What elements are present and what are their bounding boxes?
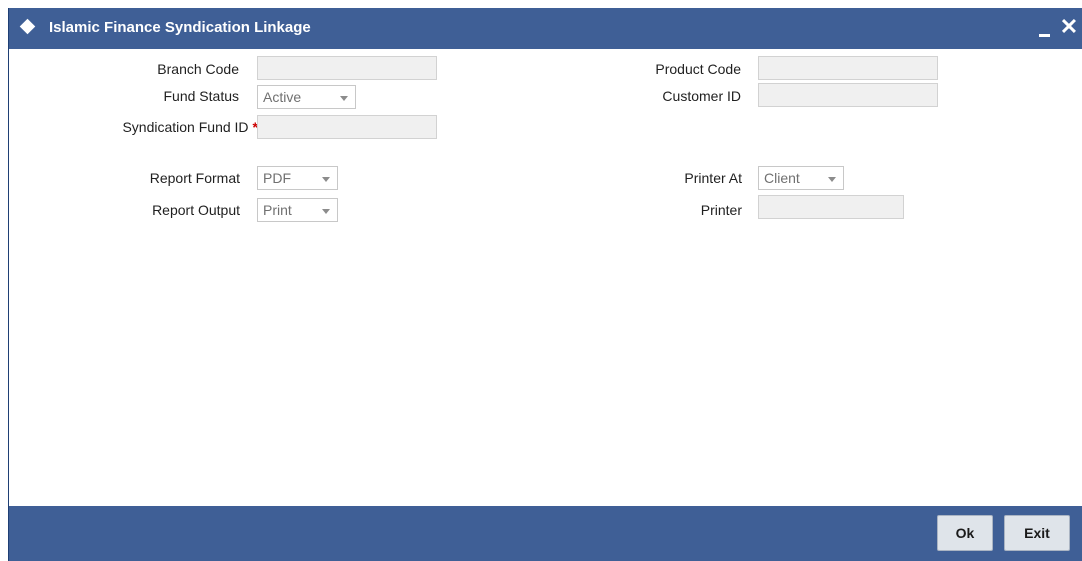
branch-code-input[interactable] bbox=[257, 56, 437, 80]
printer-at-select[interactable]: Client bbox=[758, 166, 844, 190]
report-format-select[interactable]: PDF bbox=[257, 166, 338, 190]
ok-button[interactable]: Ok bbox=[937, 515, 993, 551]
printer-label: Printer bbox=[700, 202, 742, 218]
branch-code-label: Branch Code bbox=[157, 61, 239, 77]
report-format-label: Report Format bbox=[149, 170, 240, 186]
footer-bar: Ok Exit bbox=[9, 506, 1082, 561]
minimize-icon bbox=[1039, 34, 1050, 37]
chevron-down-icon bbox=[828, 177, 836, 182]
product-code-input[interactable] bbox=[758, 56, 938, 80]
close-button[interactable]: ✕ bbox=[1058, 14, 1080, 40]
printer-at-label: Printer At bbox=[684, 170, 742, 186]
printer-input[interactable] bbox=[758, 195, 904, 219]
chevron-down-icon bbox=[322, 177, 330, 182]
dialog-window: Islamic Finance Syndication Linkage ✕ Br… bbox=[8, 8, 1082, 561]
title-bar: Islamic Finance Syndication Linkage ✕ bbox=[9, 8, 1082, 49]
fund-status-select[interactable]: Active bbox=[257, 85, 356, 109]
fund-status-value: Active bbox=[263, 89, 302, 105]
close-icon: ✕ bbox=[1059, 14, 1079, 39]
customer-id-label: Customer ID bbox=[662, 88, 741, 104]
report-output-value: Print bbox=[263, 202, 292, 218]
exit-button[interactable]: Exit bbox=[1004, 515, 1070, 551]
chevron-down-icon bbox=[322, 209, 330, 214]
minimize-button[interactable] bbox=[1034, 14, 1056, 40]
report-output-label: Report Output bbox=[152, 202, 240, 218]
diamond-icon bbox=[19, 18, 36, 35]
fund-status-label: Fund Status bbox=[163, 88, 240, 104]
syndication-fund-id-label-text: Syndication Fund ID bbox=[122, 119, 249, 135]
syndication-fund-id-input[interactable] bbox=[257, 115, 437, 139]
window-title: Islamic Finance Syndication Linkage bbox=[49, 19, 311, 36]
report-output-select[interactable]: Print bbox=[257, 198, 338, 222]
customer-id-input[interactable] bbox=[758, 83, 938, 107]
syndication-fund-id-label: Syndication Fund ID * bbox=[122, 119, 258, 135]
chevron-down-icon bbox=[340, 96, 348, 101]
report-format-value: PDF bbox=[263, 170, 291, 186]
product-code-label: Product Code bbox=[655, 61, 741, 77]
printer-at-value: Client bbox=[764, 170, 800, 186]
